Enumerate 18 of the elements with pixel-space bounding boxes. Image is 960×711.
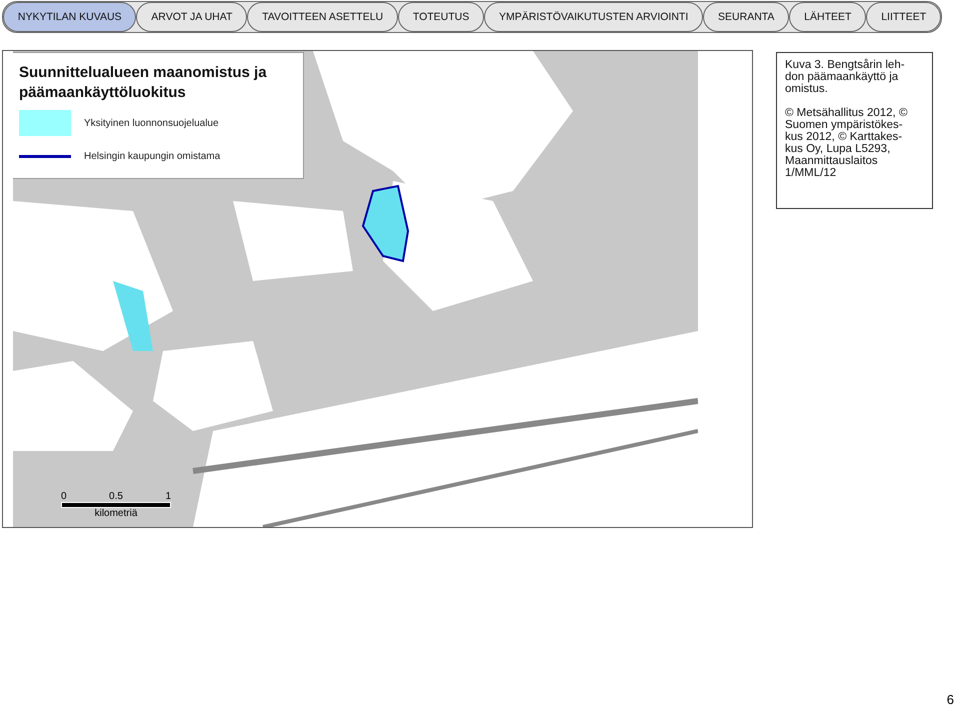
legend-title: Suunnittelualueen maanomistus ja päämaankäyttöluokitus bbox=[19, 63, 268, 103]
nav-tab[interactable]: SEURANTA bbox=[703, 2, 790, 32]
legend-label: Helsingin kaupungin omistama bbox=[84, 150, 220, 162]
scale-label: 0 bbox=[61, 491, 67, 502]
page-number: 6 bbox=[946, 692, 954, 707]
nav-tab[interactable]: LIITTEET bbox=[866, 2, 941, 32]
nav-tab[interactable]: YMPÄRISTÖVAIKUTUSTEN ARVIOINTI bbox=[484, 2, 704, 32]
nav-tab[interactable]: LÄHTEET bbox=[789, 2, 866, 32]
nav-tab[interactable]: NYKYTILAN KUVAUS bbox=[3, 2, 136, 32]
caption-text: © Metsähallitus 2012, © Suomen ympäristökes- kus 2012, © Karttakes- kus Oy, Lupa L5293, Maanmittauslaitos 1/MML/12 bbox=[785, 107, 908, 179]
scale-label: 1 bbox=[165, 491, 171, 502]
scale-label: 0.5 bbox=[109, 491, 123, 502]
legend-label: Yksityinen luonnonsuojelualue bbox=[84, 118, 219, 128]
nav-tab[interactable]: ARVOT JA UHAT bbox=[136, 2, 248, 32]
scale-unit: kilometriä bbox=[94, 508, 138, 519]
nav-tab[interactable]: TOTEUTUS bbox=[398, 2, 484, 32]
caption-text: Kuva 3. Bengtsårin leh- don päämaankäyttö ja omistus. bbox=[785, 59, 906, 95]
nav-tab[interactable]: TAVOITTEEN ASETTELU bbox=[247, 2, 398, 32]
